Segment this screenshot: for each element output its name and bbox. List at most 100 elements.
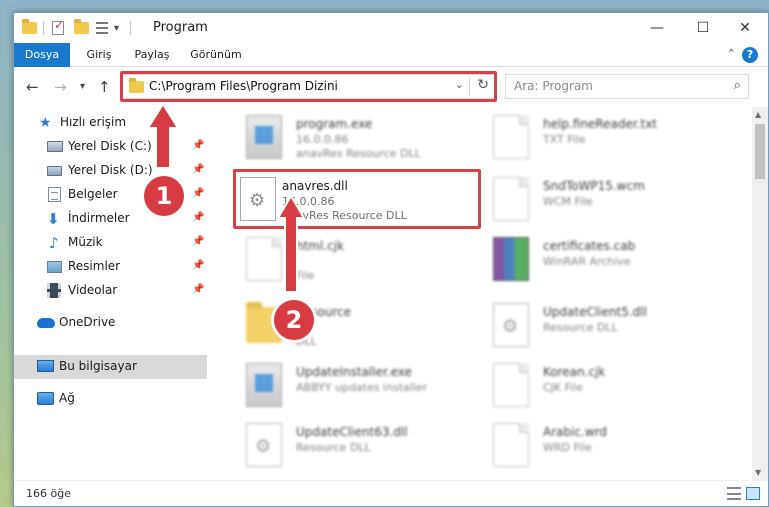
sidebar-item-this-pc[interactable]: Bu bilgisayar: [14, 355, 207, 379]
status-bar: 166 öğe: [14, 480, 768, 506]
file-detail: File: [296, 269, 315, 282]
sidebar-item-music[interactable]: ♪ Müzik 📌: [14, 231, 207, 255]
file-detail: CJK File: [543, 381, 584, 394]
file-item[interactable]: ⚙ UpdateClient5.dll Resource DLL: [487, 299, 727, 351]
file-detail: WCM File: [543, 195, 593, 208]
pin-icon[interactable]: 📌: [192, 284, 204, 295]
pin-icon[interactable]: 📌: [192, 236, 204, 247]
sidebar-item-network[interactable]: Ağ: [14, 387, 207, 411]
dll-file-icon: ⚙: [246, 423, 282, 467]
file-name: Korean.cjk: [543, 365, 606, 379]
music-icon: ♪: [49, 234, 59, 252]
help-icon[interactable]: ?: [742, 47, 758, 63]
file-item-anavres-dll[interactable]: ⚙ anavres.dll 16.0.0.86 anavRes Resource…: [234, 173, 474, 225]
tab-home[interactable]: Giriş: [76, 43, 122, 67]
file-item[interactable]: program.exe 16.0.0.86 anavRes Resource D…: [240, 111, 480, 163]
address-bar[interactable]: C:\Program Files\Program Dizini ⌄ ↻: [122, 74, 495, 99]
maximize-button[interactable]: ☐: [680, 13, 726, 43]
file-name: program.exe: [296, 117, 373, 131]
properties-icon[interactable]: [52, 18, 64, 36]
navigation-bar: ← → ▾ ↑ C:\Program Files\Program Dizini …: [14, 68, 768, 106]
search-box[interactable]: Ara: Program ⌕: [505, 74, 749, 99]
exe-file-icon: [246, 363, 282, 407]
cloud-icon: [37, 318, 55, 328]
up-button[interactable]: ↑: [98, 78, 111, 96]
customize-toolbar-icon[interactable]: [96, 20, 108, 36]
pin-icon[interactable]: 📌: [192, 140, 204, 151]
step-badge-1: 1: [144, 176, 184, 216]
star-icon: ★: [39, 115, 52, 131]
scrollbar-thumb[interactable]: [755, 124, 765, 179]
toolbar-separator: [43, 21, 44, 35]
file-item[interactable]: certificates.cab WinRAR Archive: [487, 233, 727, 285]
sidebar-item-label: Bu bilgisayar: [59, 359, 137, 373]
file-name: SndToWP15.wcm: [543, 179, 645, 193]
forward-button[interactable]: →: [54, 78, 67, 96]
file-detail: 16.0.0.86: [296, 133, 349, 146]
file-detail: TXT File: [543, 133, 586, 146]
back-button[interactable]: ←: [26, 78, 39, 96]
tiles-view-icon[interactable]: [746, 487, 760, 500]
pin-icon[interactable]: 📌: [192, 212, 204, 223]
step-badge-2: 2: [274, 300, 314, 340]
pin-icon[interactable]: 📌: [192, 164, 204, 175]
title-separator: [130, 21, 131, 35]
tab-share[interactable]: Paylaş: [126, 43, 178, 67]
file-detail: Resource DLL: [543, 321, 618, 334]
address-dropdown-icon[interactable]: ⌄: [455, 78, 464, 91]
file-item[interactable]: UpdateInstaller.exe ABBYY updates instal…: [240, 359, 480, 411]
scroll-up-icon[interactable]: ▲: [755, 110, 761, 119]
address-path[interactable]: C:\Program Files\Program Dizini: [149, 79, 338, 93]
scroll-down-icon[interactable]: ▼: [755, 468, 761, 477]
sidebar-item-local-disk-d[interactable]: Yerel Disk (D:) 📌: [14, 159, 207, 183]
sidebar-item-label: Müzik: [68, 235, 103, 249]
file-name: anavres.dll: [282, 179, 348, 193]
file-item[interactable]: SndToWP15.wcm WCM File: [487, 173, 727, 225]
generic-file-icon: [493, 177, 529, 221]
tab-view[interactable]: Görünüm: [184, 43, 248, 67]
file-item[interactable]: Arabic.wrd WRD File: [487, 419, 727, 471]
generic-file-icon: [493, 363, 529, 407]
archive-file-icon: [493, 237, 529, 281]
file-item[interactable]: ⚙ UpdateClient63.dll Resource DLL: [240, 419, 480, 471]
recent-locations-button[interactable]: ▾: [80, 81, 85, 92]
sidebar-item-label: Videolar: [68, 283, 118, 297]
pictures-icon: [47, 261, 62, 273]
sidebar-item-onedrive[interactable]: OneDrive: [14, 311, 207, 335]
details-view-icon[interactable]: [727, 487, 741, 500]
file-list: program.exe 16.0.0.86 anavRes Resource D…: [207, 107, 742, 480]
sidebar-item-downloads[interactable]: ⬇ İndirmeler 📌: [14, 207, 207, 231]
sidebar-item-videos[interactable]: Videolar 📌: [14, 279, 207, 303]
sidebar-item-local-disk-c[interactable]: Yerel Disk (C:) 📌: [14, 135, 207, 159]
file-item[interactable]: Korean.cjk CJK File: [487, 359, 727, 411]
quick-access-folder-icon[interactable]: [22, 19, 37, 36]
new-folder-icon[interactable]: [74, 19, 89, 36]
dll-file-icon: ⚙: [493, 303, 529, 347]
search-icon[interactable]: ⌕: [734, 78, 741, 93]
minimize-button[interactable]: —: [634, 13, 680, 43]
file-name: help.fineReader.txt: [543, 117, 657, 131]
gear-icon: ⚙: [255, 436, 272, 457]
network-icon: [37, 392, 54, 405]
file-detail: WinRAR Archive: [543, 255, 631, 268]
sidebar-item-label: Ağ: [59, 391, 75, 405]
window-title: Program: [153, 20, 208, 35]
exe-file-icon: [246, 115, 282, 159]
quick-access-dropdown-icon[interactable]: ▾: [114, 20, 119, 36]
close-button[interactable]: ✕: [722, 13, 768, 43]
tab-file[interactable]: Dosya: [14, 43, 70, 67]
sidebar-item-quick-access[interactable]: ★ Hızlı erişim: [14, 111, 207, 135]
file-item[interactable]: html.cjk File: [240, 233, 480, 285]
file-name: UpdateClient5.dll: [543, 305, 647, 319]
file-description: anavRes Resource DLL: [282, 209, 407, 222]
file-version: 16.0.0.86: [282, 195, 335, 208]
sidebar-item-label: OneDrive: [59, 315, 116, 329]
videos-icon: [47, 283, 61, 298]
vertical-scrollbar[interactable]: ▲ ▼: [752, 107, 768, 480]
pin-icon[interactable]: 📌: [192, 188, 204, 199]
file-item[interactable]: help.fineReader.txt TXT File: [487, 111, 727, 163]
pin-icon[interactable]: 📌: [192, 260, 204, 271]
sidebar-item-pictures[interactable]: Resimler 📌: [14, 255, 207, 279]
refresh-icon[interactable]: ↻: [477, 77, 489, 93]
ribbon-collapse-icon[interactable]: ⌃: [727, 47, 736, 60]
